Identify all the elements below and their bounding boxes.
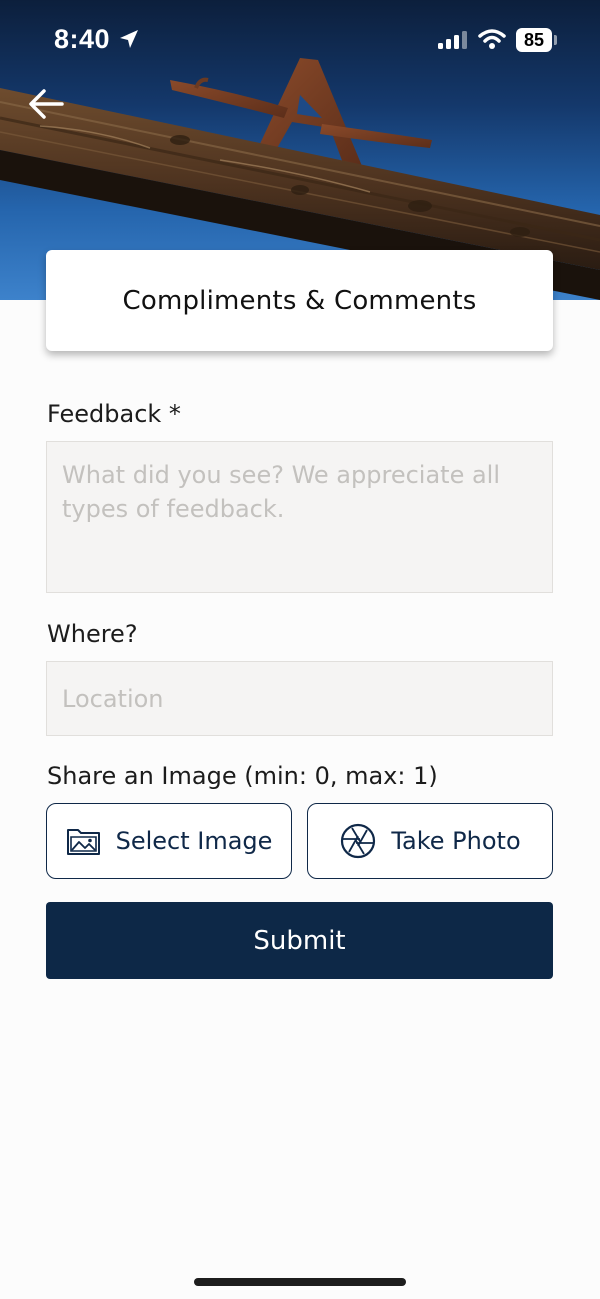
submit-label: Submit xyxy=(253,925,346,956)
battery-level: 85 xyxy=(516,28,552,52)
status-bar: 8:40 85 xyxy=(0,0,600,80)
back-button[interactable] xyxy=(24,84,68,124)
page-title: Compliments & Comments xyxy=(122,285,477,316)
feedback-label: Feedback * xyxy=(47,400,181,428)
take-photo-label: Take Photo xyxy=(391,827,521,855)
status-time: 8:40 xyxy=(54,24,111,54)
camera-aperture-icon xyxy=(341,823,376,859)
arrow-left-icon xyxy=(29,89,64,119)
image-folder-icon xyxy=(66,829,100,855)
feedback-textarea[interactable] xyxy=(46,441,553,593)
share-image-label: Share an Image (min: 0, max: 1) xyxy=(47,762,438,790)
select-image-button[interactable]: Select Image xyxy=(46,803,292,879)
take-photo-button[interactable]: Take Photo xyxy=(307,803,553,879)
home-indicator[interactable] xyxy=(194,1278,406,1286)
where-label: Where? xyxy=(47,620,138,648)
battery-icon xyxy=(554,35,557,45)
select-image-label: Select Image xyxy=(115,827,273,855)
submit-button[interactable]: Submit xyxy=(46,902,553,979)
page-title-card: Compliments & Comments xyxy=(46,250,553,351)
cellular-signal-icon xyxy=(438,30,468,54)
location-input[interactable] xyxy=(46,661,553,736)
location-arrow-icon xyxy=(118,28,140,54)
wifi-icon xyxy=(478,28,506,54)
